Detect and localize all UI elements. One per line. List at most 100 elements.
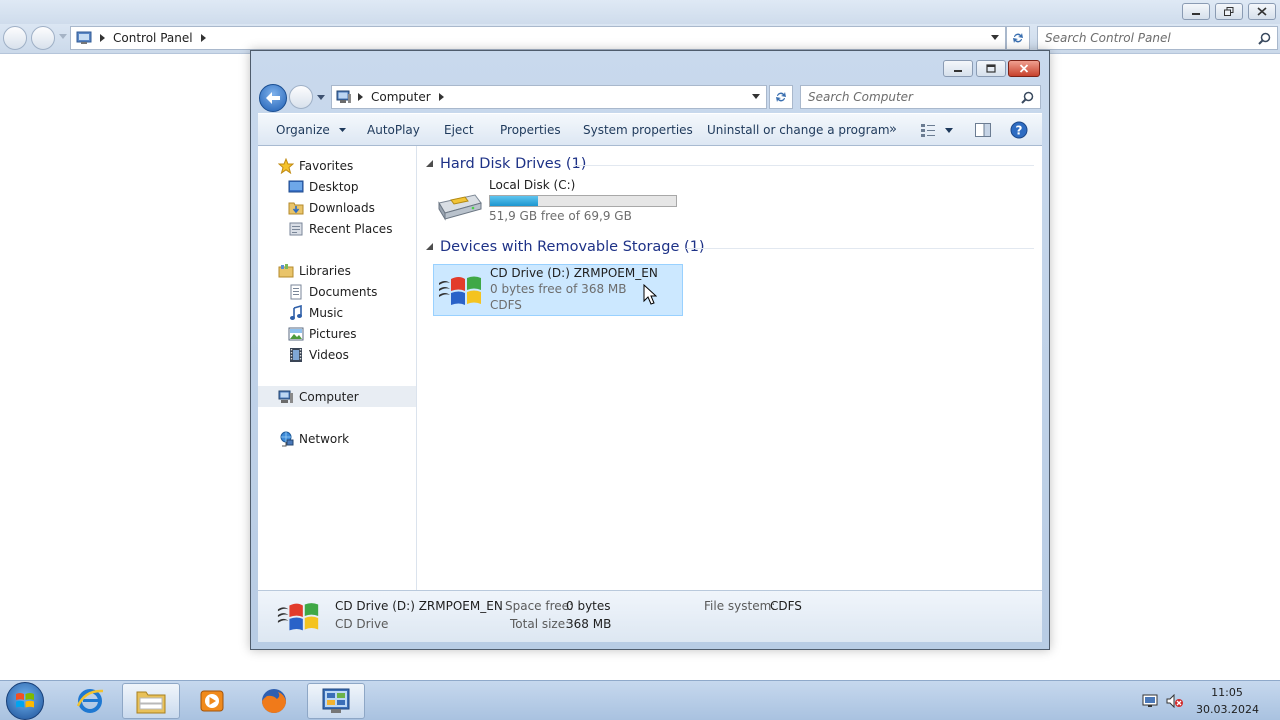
uninstall-program-button[interactable]: Uninstall or change a program — [707, 123, 890, 137]
details-pane: CD Drive (D:) ZRMPOEM_EN CD Drive Space … — [258, 590, 1042, 642]
explorer-navbar: Computer Search Computer — [257, 83, 1043, 113]
bg-refresh-button[interactable] — [1006, 26, 1030, 50]
nav-libraries[interactable]: Libraries — [258, 260, 416, 281]
taskbar-control-panel[interactable] — [307, 683, 365, 719]
taskbar-media-player[interactable] — [183, 683, 241, 719]
maximize-button[interactable] — [976, 60, 1006, 77]
back-button[interactable] — [259, 84, 287, 112]
media-player-icon — [200, 690, 224, 712]
bg-search-field[interactable]: Search Control Panel — [1037, 26, 1278, 50]
details-name: CD Drive (D:) ZRMPOEM_EN — [335, 599, 503, 613]
group-divider — [574, 165, 1034, 166]
forward-button[interactable] — [289, 85, 313, 109]
details-total-size-label: Total size: — [510, 617, 570, 631]
drive-c-usage-bar — [489, 195, 677, 207]
network-icon — [278, 431, 294, 447]
nav-desktop-label: Desktop — [309, 179, 359, 194]
group-removable-storage[interactable]: Devices with Removable Storage (1) — [426, 239, 705, 255]
minimize-button[interactable] — [943, 60, 973, 77]
details-space-free-label: Space free: — [505, 599, 574, 613]
nav-desktop[interactable]: Desktop — [258, 176, 416, 197]
content-pane: Hard Disk Drives (1) Local Disk (C:) 51,… — [418, 146, 1042, 590]
bg-breadcrumb-control-panel[interactable]: Control Panel — [113, 31, 193, 45]
recent-places-icon — [288, 221, 304, 237]
hard-drive-icon — [435, 191, 483, 221]
address-bar[interactable]: Computer — [331, 85, 767, 109]
drive-c-item[interactable]: Local Disk (C:) 51,9 GB free of 69,9 GB — [433, 178, 683, 226]
address-dropdown-icon[interactable] — [991, 35, 999, 41]
nav-music-label: Music — [309, 305, 344, 320]
autoplay-button[interactable]: AutoPlay — [367, 123, 420, 137]
control-panel-icon — [76, 31, 92, 45]
bg-forward-button[interactable] — [31, 26, 55, 50]
chevron-down-icon — [338, 127, 346, 132]
bg-back-button[interactable] — [3, 26, 27, 50]
nav-pictures-label: Pictures — [309, 326, 357, 341]
bg-minimize-button[interactable] — [1182, 3, 1210, 20]
breadcrumb-chevron-icon[interactable] — [438, 93, 444, 101]
eject-button[interactable]: Eject — [444, 123, 474, 137]
nav-documents[interactable]: Documents — [258, 281, 416, 302]
bg-close-button[interactable] — [1248, 3, 1276, 20]
nav-recent-places[interactable]: Recent Places — [258, 218, 416, 239]
collapse-triangle-icon — [426, 160, 433, 167]
computer-explorer-window: Computer Search Computer Organize AutoPl… — [250, 50, 1050, 650]
search-icon[interactable] — [1021, 91, 1034, 104]
nav-music[interactable]: Music — [258, 302, 416, 323]
nav-network[interactable]: Network — [258, 428, 416, 449]
organize-menu[interactable]: Organize — [276, 123, 346, 137]
group-hard-disk-drives[interactable]: Hard Disk Drives (1) — [426, 156, 586, 172]
properties-button[interactable]: Properties — [500, 123, 561, 137]
taskbar-windows-explorer[interactable] — [122, 683, 180, 719]
taskbar-internet-explorer[interactable] — [61, 683, 119, 719]
breadcrumb-chevron-icon[interactable] — [100, 34, 105, 42]
drive-c-name: Local Disk (C:) — [489, 178, 576, 192]
nav-libraries-label: Libraries — [299, 263, 351, 278]
clock-time[interactable]: 11:05 — [1196, 686, 1258, 699]
taskbar-firefox[interactable] — [245, 683, 303, 719]
drive-d-name: CD Drive (D:) ZRMPOEM_EN — [490, 266, 658, 280]
bg-restore-button[interactable] — [1215, 3, 1243, 20]
volume-muted-icon[interactable] — [1166, 694, 1184, 708]
nav-recent-places-label: Recent Places — [309, 221, 393, 236]
details-type: CD Drive — [335, 617, 389, 631]
group-removable-storage-label: Devices with Removable Storage (1) — [440, 239, 705, 255]
minimize-icon — [954, 70, 962, 72]
help-button[interactable]: ? — [1010, 121, 1028, 139]
refresh-button[interactable] — [769, 85, 793, 109]
navigation-pane: Favorites Desktop Downloads Recent Place… — [258, 146, 417, 590]
preview-pane-icon — [975, 123, 991, 137]
breadcrumb-chevron-icon[interactable] — [200, 34, 206, 42]
close-icon — [1019, 64, 1029, 73]
star-icon — [278, 157, 294, 174]
preview-pane-button[interactable] — [975, 123, 991, 137]
start-button[interactable] — [6, 682, 44, 720]
windows-logo-icon — [16, 693, 34, 708]
recent-pages-icon[interactable] — [317, 95, 325, 101]
breadcrumb-computer[interactable]: Computer — [371, 90, 431, 104]
close-button[interactable] — [1008, 60, 1040, 77]
bg-recent-pages-icon[interactable] — [59, 34, 67, 40]
videos-icon — [288, 347, 304, 363]
nav-downloads[interactable]: Downloads — [258, 197, 416, 218]
action-center-icon[interactable] — [1142, 694, 1158, 708]
search-icon[interactable] — [1258, 32, 1271, 45]
desktop-icon — [288, 179, 304, 195]
breadcrumb-chevron-icon[interactable] — [358, 93, 363, 101]
more-commands-button[interactable]: » — [889, 122, 897, 137]
chevron-down-icon — [945, 127, 953, 133]
nav-pictures[interactable]: Pictures — [258, 323, 416, 344]
nav-favorites[interactable]: Favorites — [258, 155, 416, 176]
bg-address-bar[interactable]: Control Panel — [70, 26, 1006, 50]
address-dropdown-icon[interactable] — [752, 94, 760, 100]
system-properties-button[interactable]: System properties — [583, 123, 693, 137]
drive-d-free-text: 0 bytes free of 368 MB — [490, 282, 627, 296]
nav-documents-label: Documents — [309, 284, 378, 299]
nav-videos[interactable]: Videos — [258, 344, 416, 365]
search-field[interactable]: Search Computer — [800, 85, 1041, 109]
documents-icon — [288, 284, 304, 300]
refresh-icon — [1013, 33, 1023, 43]
clock-date[interactable]: 30.03.2024 — [1196, 703, 1259, 716]
nav-computer[interactable]: Computer — [258, 386, 416, 407]
change-view-button[interactable] — [920, 123, 953, 137]
